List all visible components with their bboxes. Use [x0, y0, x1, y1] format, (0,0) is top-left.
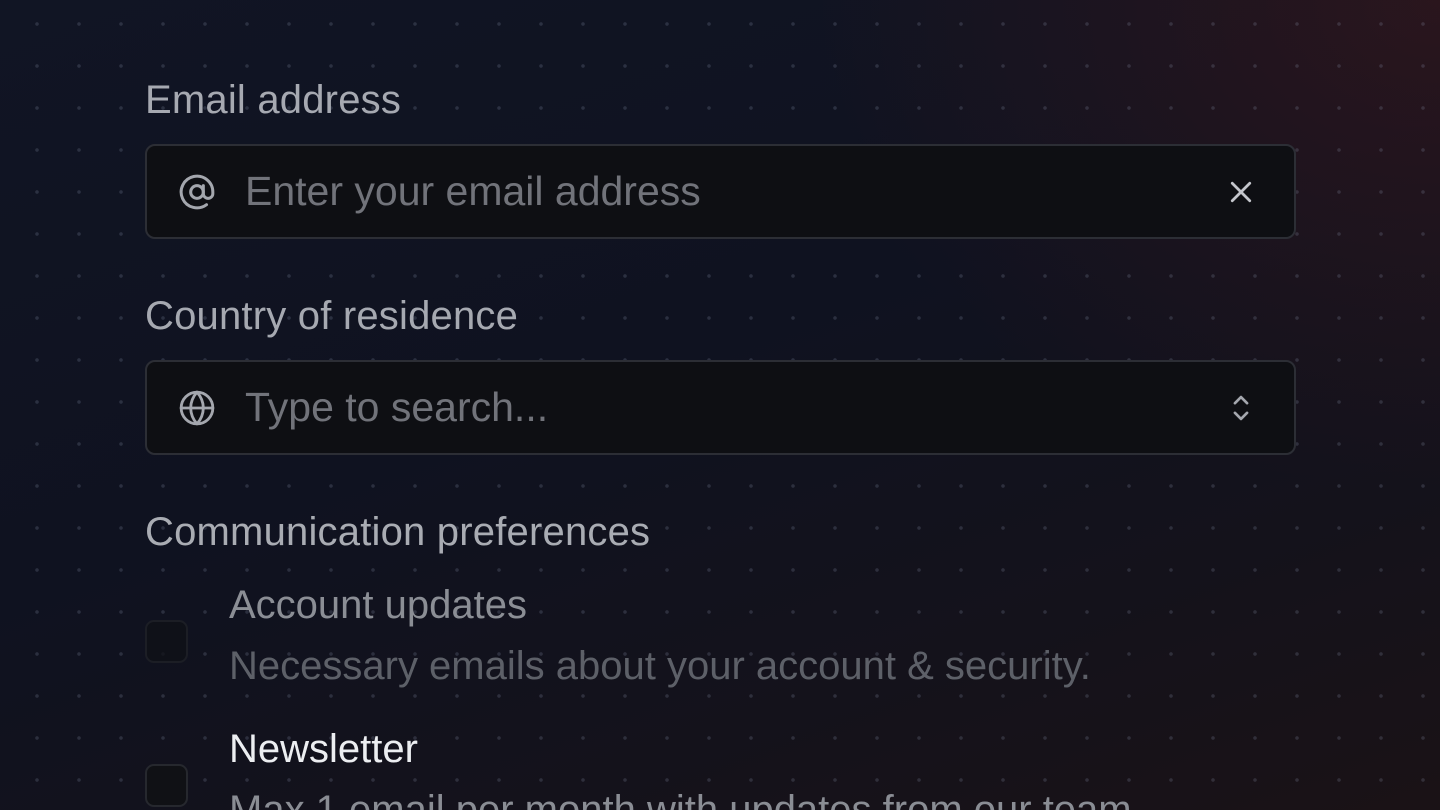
country-combobox[interactable] [145, 360, 1296, 455]
globe-icon [178, 389, 216, 427]
preferences-title: Communication preferences [145, 510, 651, 554]
at-sign-icon [178, 173, 216, 211]
option-description: Max 1 email per month with updates from … [229, 788, 1143, 810]
email-field[interactable] [145, 144, 1296, 239]
country-label: Country of residence [145, 294, 519, 338]
chevron-up-down-icon[interactable] [1222, 389, 1260, 427]
account-updates-checkbox [145, 620, 188, 663]
email-label: Email address [145, 78, 402, 122]
newsletter-checkbox[interactable] [145, 764, 188, 807]
email-input[interactable] [245, 146, 1205, 237]
country-search-input[interactable] [245, 362, 1205, 453]
option-description: Necessary emails about your account & se… [229, 644, 1091, 688]
option-title[interactable]: Newsletter [229, 727, 418, 772]
close-icon[interactable] [1222, 173, 1260, 211]
option-title: Account updates [229, 583, 527, 627]
